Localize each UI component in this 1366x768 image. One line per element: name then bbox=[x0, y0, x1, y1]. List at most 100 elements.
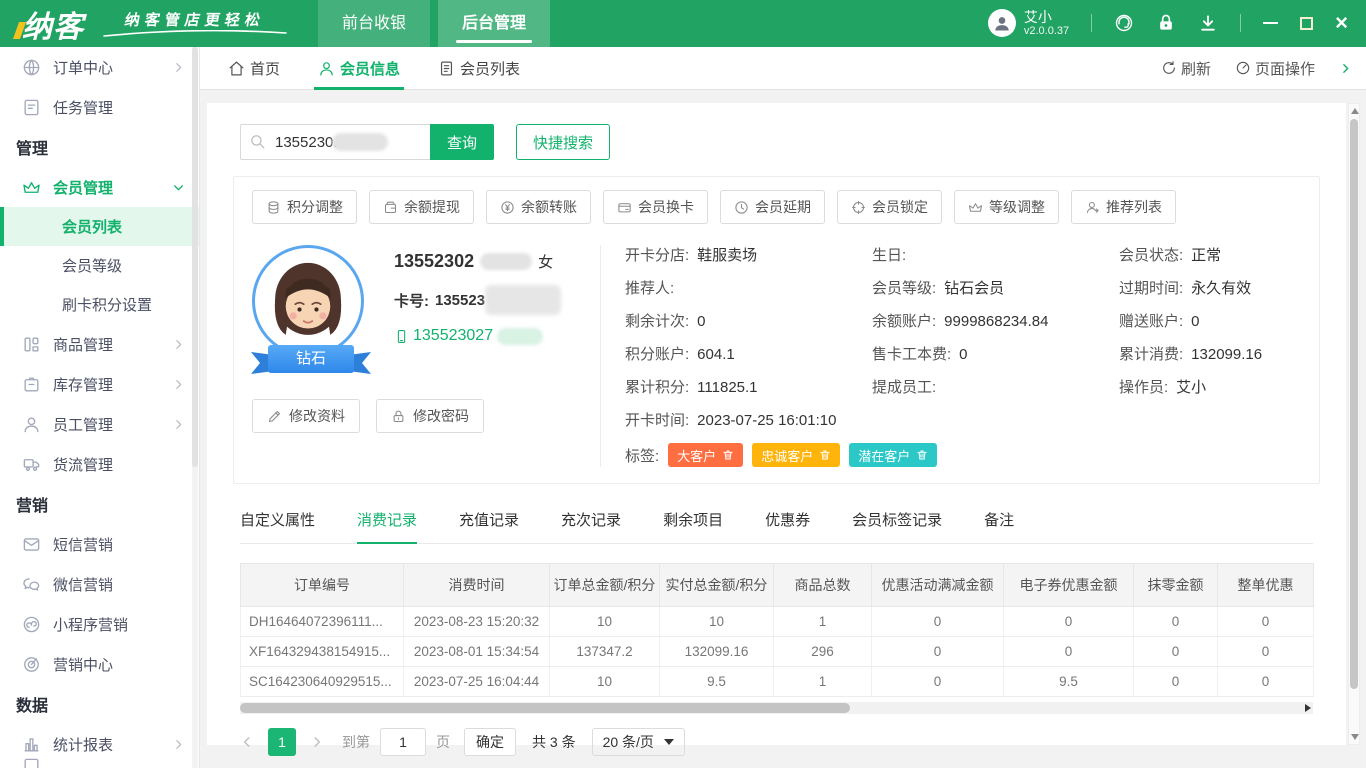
topbar: 纳客 纳客管店更轻松 前台收银 后台管理 艾小 v2.0.0.37 × bbox=[0, 0, 1366, 47]
target-icon bbox=[24, 656, 39, 672]
table-header-row: 订单编号 消费时间 订单总金额/积分 实付总金额/积分 商品总数 优惠活动满减金… bbox=[240, 563, 1314, 607]
sidebar-section-manage: 管理 bbox=[16, 141, 49, 158]
main-area: 首页 会员信息 会员列表 刷新 页面操作 1355230. 查询 快捷搜索 积分… bbox=[200, 47, 1366, 768]
truck-icon bbox=[23, 458, 40, 471]
sidebar-item-goods[interactable]: 商品管理 bbox=[0, 324, 199, 364]
sidebar-item-staff[interactable]: 员工管理 bbox=[0, 404, 199, 444]
horizontal-scrollbar[interactable] bbox=[240, 702, 1313, 714]
sidebar-item-member-list[interactable]: 会员列表 bbox=[0, 207, 199, 246]
table-row[interactable]: DH16464072396111... 2023-08-23 15:20:32 10… bbox=[240, 606, 1314, 637]
sidebar-item-miniprogram[interactable]: 小程序营销 bbox=[0, 604, 199, 644]
vscroll-thumb[interactable] bbox=[1350, 119, 1358, 689]
refresh-button[interactable]: 刷新 bbox=[1161, 58, 1211, 79]
sidebar-item-member-level[interactable]: 会员等级 bbox=[0, 246, 199, 285]
chevron-right-icon bbox=[176, 739, 182, 749]
sidebar-item-task[interactable]: 任务管理 bbox=[0, 87, 199, 127]
rtab-tag-records[interactable]: 会员标签记录 bbox=[852, 509, 942, 543]
user-info[interactable]: 艾小 v2.0.0.37 bbox=[987, 9, 1070, 38]
vertical-scrollbar[interactable] bbox=[1348, 103, 1360, 745]
divider bbox=[1240, 14, 1242, 33]
table-row[interactable]: SC164230640929515... 2023-07-25 16:04:44 1… bbox=[240, 666, 1314, 697]
sidebar-item-wechat[interactable]: 微信营销 bbox=[0, 564, 199, 604]
rtab-consume-records[interactable]: 消费记录 bbox=[357, 509, 418, 544]
edit-password-button[interactable]: 修改密码 bbox=[376, 399, 484, 433]
consume-table: 订单编号 消费时间 订单总金额/积分 实付总金额/积分 商品总数 优惠活动满减金… bbox=[240, 563, 1314, 697]
prev-page-icon[interactable] bbox=[240, 735, 254, 749]
sidebar-item-logistics[interactable]: 货流管理 bbox=[0, 444, 199, 484]
sidebar-item-marketing-center[interactable]: 营销中心 bbox=[0, 644, 199, 684]
scroll-up-arrow-icon[interactable] bbox=[1351, 108, 1359, 114]
sidebar-item-card-points[interactable]: 刷卡积分设置 bbox=[0, 285, 199, 324]
member-phone: 135523027 bbox=[394, 327, 561, 345]
total-count: 共 3 条 bbox=[532, 734, 576, 750]
referral-list-button[interactable]: 推荐列表 bbox=[1071, 190, 1176, 224]
hscroll-thumb[interactable] bbox=[240, 703, 850, 713]
close-icon[interactable]: × bbox=[1335, 12, 1348, 34]
sidebar-item-order-center[interactable]: 订单中心 bbox=[0, 47, 199, 87]
sidebar-item-sms[interactable]: 短信营销 bbox=[0, 524, 199, 564]
tags-row: 标签: 大客户 忠诚客户 潜在客户 bbox=[625, 443, 1301, 467]
sidebar: 订单中心 任务管理 管理 会员管理 会员列表 会员等级 刷卡积分设置 商品管理 … bbox=[0, 47, 200, 768]
sidebar-scrollbar[interactable] bbox=[192, 47, 198, 768]
maximize-icon[interactable] bbox=[1300, 16, 1314, 30]
download-icon[interactable] bbox=[1198, 13, 1218, 33]
detail-value: 0 bbox=[959, 346, 968, 363]
tab-front-pos[interactable]: 前台收银 bbox=[318, 0, 431, 47]
lock-icon[interactable] bbox=[1156, 13, 1176, 33]
chevron-right-icon[interactable] bbox=[1339, 62, 1352, 75]
card-replace-button[interactable]: 会员换卡 bbox=[603, 190, 708, 224]
customer-service-icon[interactable] bbox=[1114, 13, 1134, 33]
next-page-icon[interactable] bbox=[310, 735, 324, 749]
wechat-icon bbox=[23, 577, 40, 591]
page-size-select[interactable]: 20 条/页 bbox=[591, 728, 685, 756]
trash-icon[interactable] bbox=[722, 449, 734, 461]
edit-profile-button[interactable]: 修改资料 bbox=[252, 399, 360, 433]
chevron-right-icon bbox=[176, 419, 182, 429]
card-label: 卡号: bbox=[394, 292, 429, 310]
sidebar-section-data: 数据 bbox=[16, 698, 49, 715]
user-name: 艾小 bbox=[1023, 9, 1052, 26]
scroll-right-arrow-icon[interactable] bbox=[1305, 704, 1311, 712]
detail-value: 9999868234.84 bbox=[944, 313, 1049, 330]
current-page[interactable]: 1 bbox=[268, 728, 296, 756]
detail-value: 604.1 bbox=[697, 346, 735, 363]
table-row[interactable]: XF164329438154915... 2023-08-01 15:34:54 1… bbox=[240, 636, 1314, 667]
member-extend-button[interactable]: 会员延期 bbox=[720, 190, 825, 224]
points-adjust-button[interactable]: 积分调整 bbox=[252, 190, 357, 224]
rtab-coupons[interactable]: 优惠券 bbox=[765, 509, 810, 543]
grade-ribbon: 钻石 bbox=[251, 345, 371, 375]
balance-transfer-button[interactable]: 余额转账 bbox=[486, 190, 591, 224]
chevron-right-icon bbox=[176, 379, 182, 389]
rtab-remaining-items[interactable]: 剩余项目 bbox=[663, 509, 723, 543]
query-button[interactable]: 查询 bbox=[430, 124, 494, 160]
list-icon bbox=[440, 61, 453, 75]
member-panel: 积分调整 余额提现 余额转账 会员换卡 会员延期 会员锁定 等级调整 推荐列表 … bbox=[233, 176, 1320, 484]
scroll-down-arrow-icon[interactable] bbox=[1351, 734, 1359, 740]
card-number: 135523 bbox=[435, 291, 486, 309]
tab-back-admin[interactable]: 后台管理 bbox=[438, 0, 551, 47]
person-icon bbox=[320, 61, 333, 75]
balance-withdraw-button[interactable]: 余额提现 bbox=[369, 190, 474, 224]
rtab-notes[interactable]: 备注 bbox=[984, 509, 1014, 543]
rtab-custom-attrs[interactable]: 自定义属性 bbox=[240, 509, 315, 543]
trash-icon[interactable] bbox=[819, 449, 831, 461]
tab-member-info[interactable]: 会员信息 bbox=[314, 47, 405, 90]
tab-home[interactable]: 首页 bbox=[228, 47, 280, 90]
rtab-times-records[interactable]: 充次记录 bbox=[561, 509, 621, 543]
quick-search-button[interactable]: 快捷搜索 bbox=[516, 124, 611, 160]
rtab-recharge-records[interactable]: 充值记录 bbox=[459, 509, 519, 543]
minimize-icon[interactable] bbox=[1263, 22, 1279, 25]
page-operations-button[interactable]: 页面操作 bbox=[1235, 58, 1315, 79]
app-version: v2.0.0.37 bbox=[1023, 25, 1070, 38]
sidebar-item-member-manage[interactable]: 会员管理 bbox=[0, 167, 199, 207]
goto-page-input[interactable] bbox=[380, 728, 426, 756]
tags-label: 标签: bbox=[625, 447, 660, 465]
sidebar-item-inventory[interactable]: 库存管理 bbox=[0, 364, 199, 404]
member-lock-button[interactable]: 会员锁定 bbox=[837, 190, 942, 224]
redacted-blur bbox=[480, 253, 533, 270]
trash-icon[interactable] bbox=[916, 449, 928, 461]
redacted-blur bbox=[332, 133, 388, 151]
level-adjust-button[interactable]: 等级调整 bbox=[954, 190, 1059, 224]
confirm-button[interactable]: 确定 bbox=[464, 728, 516, 756]
tab-member-list[interactable]: 会员列表 bbox=[438, 47, 520, 90]
